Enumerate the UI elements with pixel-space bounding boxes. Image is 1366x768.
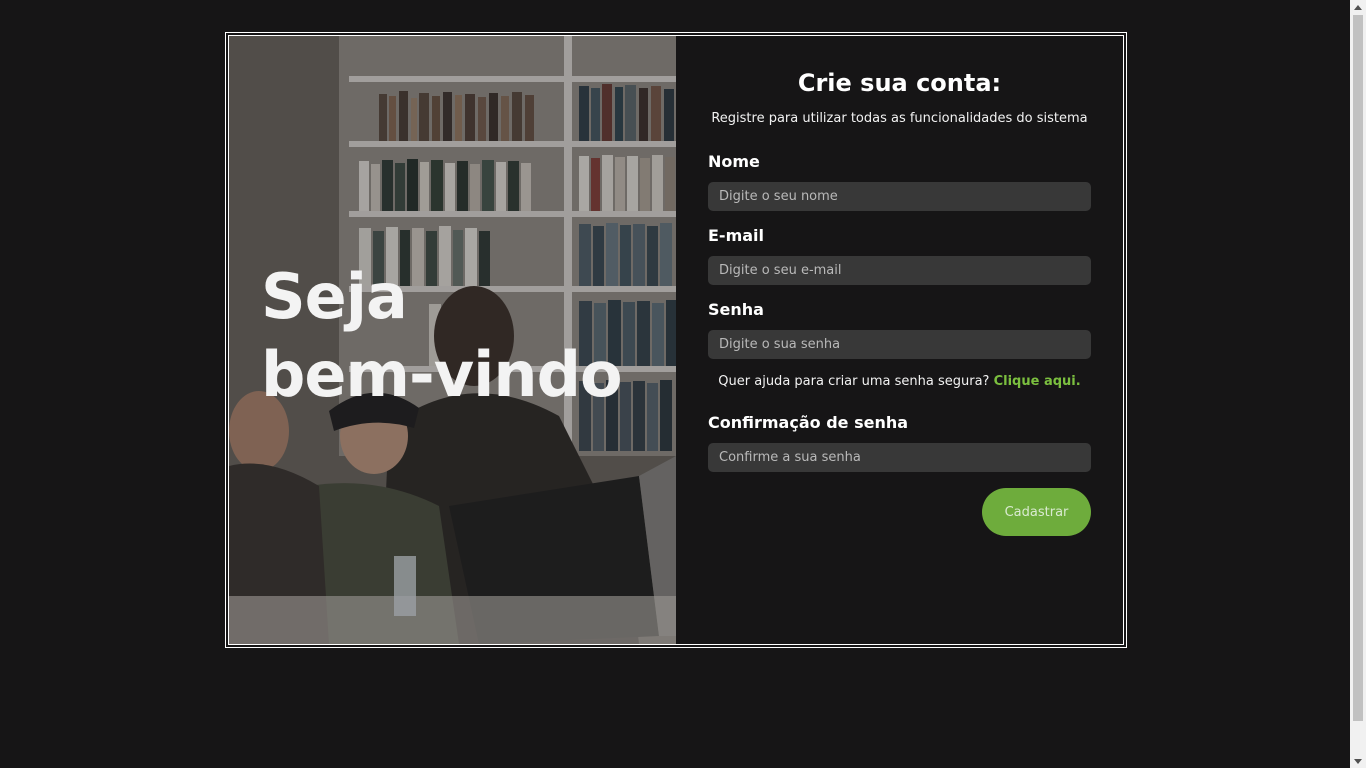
email-label: E-mail: [708, 226, 765, 245]
scrollbar-thumb[interactable]: [1353, 15, 1363, 721]
confirmacao-input[interactable]: [708, 443, 1091, 472]
signup-card-inner: Seja bem-vindo Crie sua conta: Registre …: [228, 35, 1124, 645]
password-help-text: Quer ajuda para criar uma senha segura?: [718, 374, 990, 389]
chevron-down-icon[interactable]: [1350, 754, 1366, 768]
email-input[interactable]: [708, 256, 1091, 285]
password-help-link[interactable]: Clique aqui.: [994, 374, 1081, 389]
page-scrollbar[interactable]: [1350, 0, 1366, 768]
confirmacao-field-group: Confirmação de senha: [708, 413, 1091, 472]
senha-field-group: Senha: [708, 300, 1091, 359]
chevron-up-icon[interactable]: [1350, 0, 1366, 14]
password-help: Quer ajuda para criar uma senha segura? …: [708, 373, 1091, 391]
confirmacao-label: Confirmação de senha: [708, 413, 909, 432]
welcome-line-1: Seja: [261, 260, 408, 333]
senha-input[interactable]: [708, 330, 1091, 359]
signup-card: Seja bem-vindo Crie sua conta: Registre …: [225, 32, 1127, 648]
hero-panel: Seja bem-vindo: [229, 36, 676, 644]
cadastrar-button[interactable]: Cadastrar: [982, 488, 1091, 536]
welcome-heading: Seja bem-vindo: [261, 258, 623, 414]
form-subtitle: Registre para utilizar todas as funciona…: [711, 111, 1088, 126]
welcome-line-2: bem-vindo: [261, 338, 623, 411]
nome-label: Nome: [708, 152, 760, 171]
nome-input[interactable]: [708, 182, 1091, 211]
email-field-group: E-mail: [708, 226, 1091, 285]
page: Seja bem-vindo Crie sua conta: Registre …: [0, 0, 1366, 768]
nome-field-group: Nome: [708, 152, 1091, 211]
form-title: Crie sua conta:: [797, 69, 1002, 97]
senha-label: Senha: [708, 300, 764, 319]
signup-form: Crie sua conta: Registre para utilizar t…: [676, 36, 1123, 644]
